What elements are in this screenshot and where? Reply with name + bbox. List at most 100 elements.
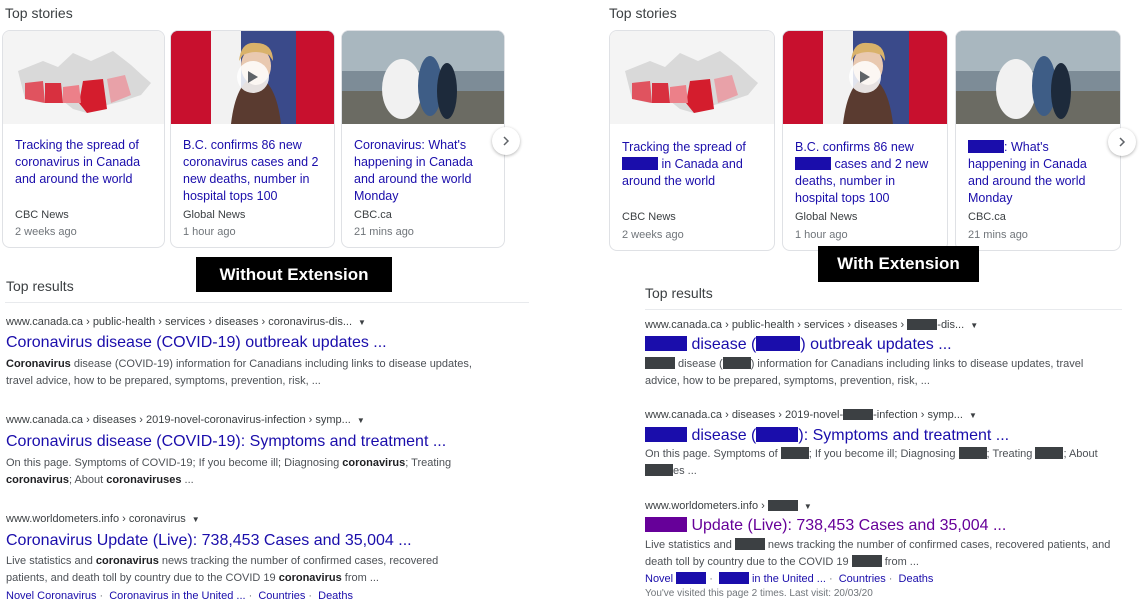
- divider: [5, 302, 529, 303]
- result-url[interactable]: www.canada.ca › diseases › 2019-novel- -i…: [645, 409, 977, 421]
- story-age: 1 hour ago: [795, 229, 848, 241]
- result-title[interactable]: disease (): Symptoms and treatment ...: [645, 427, 1009, 445]
- redaction-box: [734, 538, 765, 550]
- dropdown-arrow-icon[interactable]: ▼: [358, 318, 366, 327]
- result-snippet: disease () information for Canadians inc…: [645, 357, 1084, 387]
- canada-map-thumbnail: [610, 31, 774, 124]
- play-icon[interactable]: [849, 61, 881, 93]
- story-card[interactable]: : What's happening in Canada and around …: [955, 30, 1121, 251]
- visited-note: You've visited this page 2 times. Last v…: [645, 588, 873, 599]
- story-headline[interactable]: Coronavirus: What's happening in Canada …: [354, 137, 494, 205]
- result-url[interactable]: www.worldometers.info › coronavirus ▼: [6, 513, 200, 525]
- play-icon[interactable]: [237, 61, 269, 93]
- redaction-box: [968, 140, 1004, 153]
- result-snippet: Live statistics and news tracking the nu…: [645, 538, 1111, 568]
- result-snippet: On this page. Symptoms of COVID-19; If y…: [6, 457, 452, 486]
- top-stories-heading: Top stories: [5, 5, 73, 21]
- sitelink[interactable]: Countries: [839, 573, 886, 585]
- result-snippet: Coronavirus disease (COVID-19) informati…: [6, 358, 472, 387]
- dropdown-arrow-icon[interactable]: ▼: [357, 416, 365, 425]
- result-title[interactable]: Coronavirus disease (COVID-19) outbreak …: [6, 334, 387, 352]
- sitelink[interactable]: Novel: [645, 572, 707, 585]
- story-source: CBC News: [15, 209, 69, 221]
- result-title[interactable]: Coronavirus Update (Live): 738,453 Cases…: [6, 532, 412, 550]
- sitelink[interactable]: Deaths: [318, 590, 353, 602]
- sitelink[interactable]: Deaths: [899, 573, 934, 585]
- redaction-box: [851, 555, 882, 567]
- story-headline[interactable]: Tracking the spread of coronavirus in Ca…: [15, 137, 154, 188]
- divider: [645, 309, 1122, 310]
- redaction-box: [645, 427, 687, 442]
- canada-map-thumbnail: [3, 31, 164, 124]
- sitelinks: Novel · in the United ... · Countries · De…: [645, 572, 934, 585]
- story-age: 21 mins ago: [968, 229, 1028, 241]
- result-url[interactable]: www.canada.ca › public-health › services…: [645, 319, 978, 331]
- story-card[interactable]: Tracking the spread of in Canada and aro…: [609, 30, 775, 251]
- redaction-box: [843, 409, 874, 420]
- sitelink[interactable]: Novel Coronavirus: [6, 590, 96, 602]
- story-source: Global News: [795, 211, 858, 223]
- result-url[interactable]: www.worldometers.info › ▼: [645, 500, 812, 512]
- result-url[interactable]: www.canada.ca › public-health › services…: [6, 316, 366, 328]
- sitelinks: Novel Coronavirus · Coronavirus in the Un…: [6, 590, 353, 602]
- redaction-box: [718, 572, 749, 584]
- redaction-box: [756, 427, 799, 442]
- redaction-box: [780, 447, 809, 459]
- dropdown-arrow-icon[interactable]: ▼: [192, 515, 200, 524]
- top-stories-heading: Top stories: [609, 5, 677, 21]
- redaction-box: [676, 572, 707, 584]
- redaction-box: [795, 157, 831, 170]
- carousel-next-button[interactable]: [1108, 128, 1136, 156]
- redaction-box: [1035, 447, 1064, 459]
- result-title[interactable]: Update (Live): 738,453 Cases and 35,004 …: [645, 517, 1006, 535]
- sitelink[interactable]: Coronavirus in the United ...: [109, 590, 245, 602]
- sitelink[interactable]: Countries: [258, 590, 305, 602]
- story-card[interactable]: Coronavirus: What's happening in Canada …: [341, 30, 505, 248]
- redaction-box: [958, 447, 987, 459]
- press-conference-thumbnail: [783, 31, 947, 124]
- story-source: CBC.ca: [354, 209, 392, 221]
- redaction-box: [907, 319, 938, 330]
- sitelink[interactable]: in the United ...: [718, 572, 826, 585]
- press-conference-thumbnail: [171, 31, 334, 124]
- result-title[interactable]: disease () outbreak updates ...: [645, 336, 952, 354]
- hazmat-workers-thumbnail: [956, 31, 1120, 124]
- redaction-box: [645, 336, 687, 351]
- story-age: 1 hour ago: [183, 226, 236, 238]
- redaction-box: [622, 157, 658, 170]
- chevron-right-icon: [503, 136, 510, 146]
- story-headline[interactable]: Tracking the spread of in Canada and aro…: [622, 139, 764, 190]
- top-results-heading: Top results: [645, 285, 713, 301]
- redaction-box: [645, 517, 687, 532]
- story-age: 2 weeks ago: [622, 229, 684, 241]
- dropdown-arrow-icon[interactable]: ▼: [970, 321, 978, 330]
- story-card[interactable]: Tracking the spread of coronavirus in Ca…: [2, 30, 165, 248]
- without-extension-label: Without Extension: [196, 257, 392, 292]
- redaction-box: [756, 336, 801, 351]
- story-source: CBC.ca: [968, 211, 1006, 223]
- story-age: 21 mins ago: [354, 226, 414, 238]
- story-source: Global News: [183, 209, 246, 221]
- story-headline[interactable]: B.C. confirms 86 new cases and 2 new dea…: [795, 139, 937, 207]
- story-age: 2 weeks ago: [15, 226, 77, 238]
- hazmat-workers-thumbnail: [342, 31, 504, 124]
- story-headline[interactable]: : What's happening in Canada and around …: [968, 139, 1110, 207]
- carousel-next-button[interactable]: [492, 127, 520, 155]
- redaction-box: [722, 357, 751, 369]
- redaction-box: [767, 500, 798, 511]
- story-source: CBC News: [622, 211, 676, 223]
- result-title[interactable]: Coronavirus disease (COVID-19): Symptoms…: [6, 433, 446, 451]
- redaction-box: [645, 357, 675, 369]
- dropdown-arrow-icon[interactable]: ▼: [969, 411, 977, 420]
- top-results-heading: Top results: [6, 278, 74, 294]
- dropdown-arrow-icon[interactable]: ▼: [804, 502, 812, 511]
- redaction-box: [645, 464, 673, 476]
- story-card[interactable]: B.C. confirms 86 new coronavirus cases a…: [170, 30, 335, 248]
- story-card[interactable]: B.C. confirms 86 new cases and 2 new dea…: [782, 30, 948, 251]
- with-extension-label: With Extension: [818, 246, 979, 282]
- story-headline[interactable]: B.C. confirms 86 new coronavirus cases a…: [183, 137, 324, 205]
- chevron-right-icon: [1119, 137, 1126, 147]
- result-url[interactable]: www.canada.ca › diseases › 2019-novel-co…: [6, 414, 365, 426]
- result-snippet: Live statistics and coronavirus news tra…: [6, 555, 439, 584]
- result-snippet: On this page. Symptoms of ; If you becom…: [645, 447, 1098, 477]
